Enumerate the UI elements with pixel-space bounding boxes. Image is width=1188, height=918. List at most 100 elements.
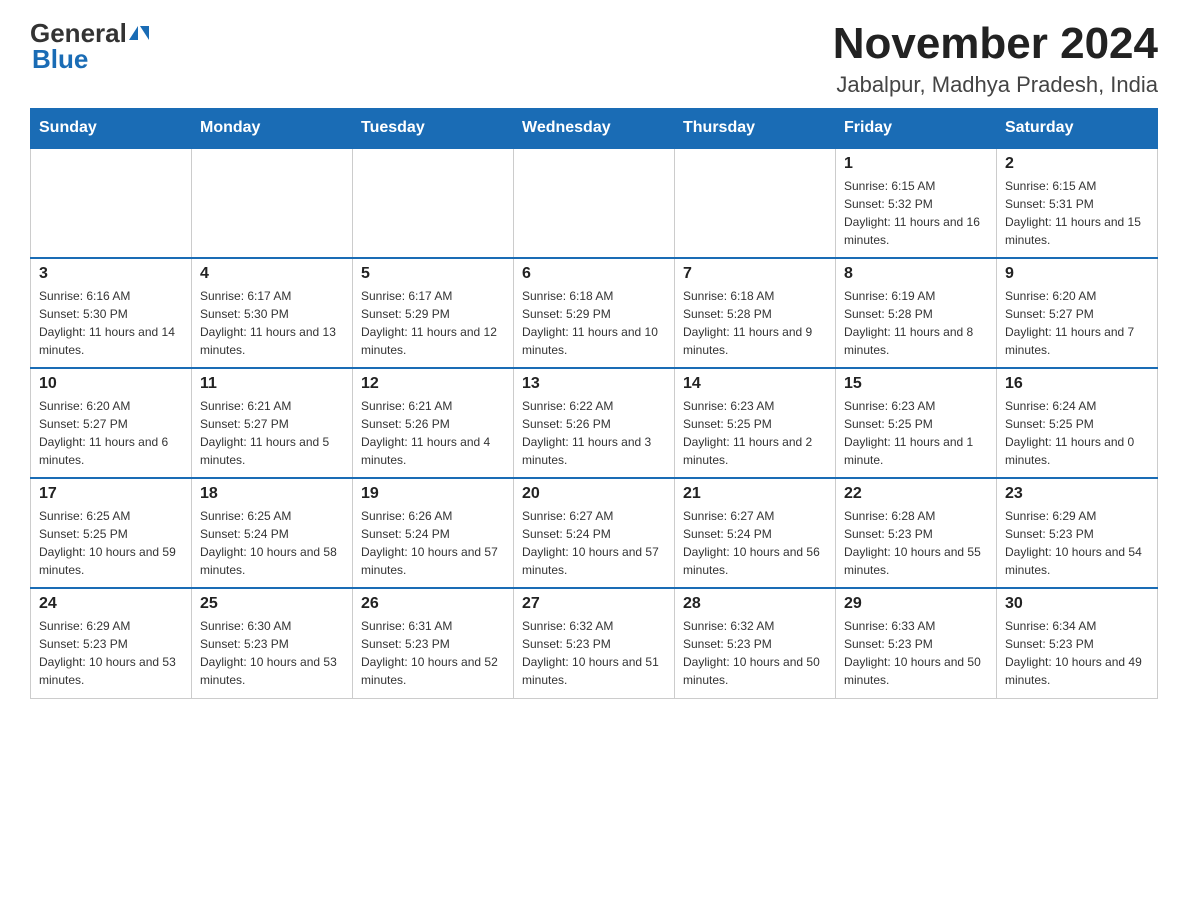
day-number: 21 (683, 485, 827, 503)
day-info: Sunrise: 6:15 AMSunset: 5:32 PMDaylight:… (844, 177, 988, 249)
calendar-cell: 5 Sunrise: 6:17 AMSunset: 5:29 PMDaylight… (353, 258, 514, 368)
calendar-day-header: Thursday (675, 109, 836, 149)
logo-blue-text: Blue (32, 46, 88, 72)
day-info: Sunrise: 6:18 AMSunset: 5:29 PMDaylight:… (522, 287, 666, 359)
day-info: Sunrise: 6:16 AMSunset: 5:30 PMDaylight:… (39, 287, 183, 359)
day-number: 24 (39, 595, 183, 613)
day-number: 4 (200, 265, 344, 283)
page-header: General Blue November 2024 Jabalpur, Mad… (30, 20, 1158, 98)
page-subtitle: Jabalpur, Madhya Pradesh, India (833, 72, 1158, 98)
calendar-week-row: 10 Sunrise: 6:20 AMSunset: 5:27 PMDayligh… (31, 368, 1158, 478)
day-number: 2 (1005, 155, 1149, 173)
calendar-day-header: Sunday (31, 109, 192, 149)
calendar-cell: 29 Sunrise: 6:33 AMSunset: 5:23 PMDayligh… (836, 588, 997, 698)
logo-triangle-up-icon (129, 26, 138, 40)
day-number: 3 (39, 265, 183, 283)
day-info: Sunrise: 6:23 AMSunset: 5:25 PMDaylight:… (683, 397, 827, 469)
calendar-cell: 20Sunrise: 6:27 AMSunset: 5:24 PMDayligh… (514, 478, 675, 588)
day-number: 16 (1005, 375, 1149, 393)
day-info: Sunrise: 6:21 AMSunset: 5:27 PMDaylight:… (200, 397, 344, 469)
calendar-header-row: SundayMondayTuesdayWednesdayThursdayFrid… (31, 109, 1158, 149)
title-area: November 2024 Jabalpur, Madhya Pradesh, … (833, 20, 1158, 98)
day-number: 25 (200, 595, 344, 613)
day-number: 12 (361, 375, 505, 393)
day-info: Sunrise: 6:23 AMSunset: 5:25 PMDaylight:… (844, 397, 988, 469)
day-info: Sunrise: 6:18 AMSunset: 5:28 PMDaylight:… (683, 287, 827, 359)
calendar-cell: 21 Sunrise: 6:27 AMSunset: 5:24 PMDayligh… (675, 478, 836, 588)
day-number: 28 (683, 595, 827, 613)
day-info: Sunrise: 6:20 AMSunset: 5:27 PMDaylight:… (39, 397, 183, 469)
calendar-cell (675, 148, 836, 258)
calendar-cell: 19 Sunrise: 6:26 AMSunset: 5:24 PMDayligh… (353, 478, 514, 588)
day-number: 5 (361, 265, 505, 283)
day-info: Sunrise: 6:27 AMSunset: 5:24 PMDaylight:… (522, 507, 666, 579)
calendar-cell: 9 Sunrise: 6:20 AMSunset: 5:27 PMDaylight… (997, 258, 1158, 368)
calendar-cell: 16 Sunrise: 6:24 AMSunset: 5:25 PMDayligh… (997, 368, 1158, 478)
page-title: November 2024 (833, 20, 1158, 68)
day-number: 9 (1005, 265, 1149, 283)
day-info: Sunrise: 6:28 AMSunset: 5:23 PMDaylight:… (844, 507, 988, 579)
day-info: Sunrise: 6:21 AMSunset: 5:26 PMDaylight:… (361, 397, 505, 469)
logo: General Blue (30, 20, 150, 72)
calendar-week-row: 3 Sunrise: 6:16 AMSunset: 5:30 PMDaylight… (31, 258, 1158, 368)
calendar-cell: 22 Sunrise: 6:28 AMSunset: 5:23 PMDayligh… (836, 478, 997, 588)
day-info: Sunrise: 6:26 AMSunset: 5:24 PMDaylight:… (361, 507, 505, 579)
calendar-week-row: 24 Sunrise: 6:29 AMSunset: 5:23 PMDayligh… (31, 588, 1158, 698)
day-info: Sunrise: 6:33 AMSunset: 5:23 PMDaylight:… (844, 617, 988, 689)
day-number: 29 (844, 595, 988, 613)
day-number: 19 (361, 485, 505, 503)
calendar-cell: 28 Sunrise: 6:32 AMSunset: 5:23 PMDayligh… (675, 588, 836, 698)
calendar-cell: 23 Sunrise: 6:29 AMSunset: 5:23 PMDayligh… (997, 478, 1158, 588)
day-info: Sunrise: 6:29 AMSunset: 5:23 PMDaylight:… (1005, 507, 1149, 579)
calendar-cell (514, 148, 675, 258)
day-number: 11 (200, 375, 344, 393)
day-number: 23 (1005, 485, 1149, 503)
day-number: 26 (361, 595, 505, 613)
day-info: Sunrise: 6:34 AMSunset: 5:23 PMDaylight:… (1005, 617, 1149, 689)
calendar-day-header: Monday (192, 109, 353, 149)
day-info: Sunrise: 6:17 AMSunset: 5:29 PMDaylight:… (361, 287, 505, 359)
logo-triangle-down-icon (140, 26, 149, 40)
day-info: Sunrise: 6:30 AMSunset: 5:23 PMDaylight:… (200, 617, 344, 689)
calendar-cell: 10 Sunrise: 6:20 AMSunset: 5:27 PMDayligh… (31, 368, 192, 478)
calendar-week-row: 1 Sunrise: 6:15 AMSunset: 5:32 PMDaylight… (31, 148, 1158, 258)
calendar-cell: 26Sunrise: 6:31 AMSunset: 5:23 PMDayligh… (353, 588, 514, 698)
day-info: Sunrise: 6:32 AMSunset: 5:23 PMDaylight:… (522, 617, 666, 689)
calendar-cell: 7 Sunrise: 6:18 AMSunset: 5:28 PMDaylight… (675, 258, 836, 368)
day-number: 1 (844, 155, 988, 173)
calendar-cell: 6 Sunrise: 6:18 AMSunset: 5:29 PMDaylight… (514, 258, 675, 368)
calendar-cell: 12 Sunrise: 6:21 AMSunset: 5:26 PMDayligh… (353, 368, 514, 478)
logo-general-text: General (30, 20, 127, 46)
calendar-cell: 11 Sunrise: 6:21 AMSunset: 5:27 PMDayligh… (192, 368, 353, 478)
calendar-cell: 27Sunrise: 6:32 AMSunset: 5:23 PMDayligh… (514, 588, 675, 698)
day-info: Sunrise: 6:29 AMSunset: 5:23 PMDaylight:… (39, 617, 183, 689)
calendar-cell: 18Sunrise: 6:25 AMSunset: 5:24 PMDayligh… (192, 478, 353, 588)
day-number: 7 (683, 265, 827, 283)
day-info: Sunrise: 6:19 AMSunset: 5:28 PMDaylight:… (844, 287, 988, 359)
calendar-cell: 25 Sunrise: 6:30 AMSunset: 5:23 PMDayligh… (192, 588, 353, 698)
calendar-table: SundayMondayTuesdayWednesdayThursdayFrid… (30, 108, 1158, 699)
day-info: Sunrise: 6:15 AMSunset: 5:31 PMDaylight:… (1005, 177, 1149, 249)
calendar-day-header: Saturday (997, 109, 1158, 149)
day-info: Sunrise: 6:27 AMSunset: 5:24 PMDaylight:… (683, 507, 827, 579)
calendar-cell: 2 Sunrise: 6:15 AMSunset: 5:31 PMDaylight… (997, 148, 1158, 258)
calendar-cell: 1 Sunrise: 6:15 AMSunset: 5:32 PMDaylight… (836, 148, 997, 258)
day-number: 10 (39, 375, 183, 393)
calendar-cell (192, 148, 353, 258)
day-number: 22 (844, 485, 988, 503)
calendar-day-header: Tuesday (353, 109, 514, 149)
calendar-cell (31, 148, 192, 258)
day-info: Sunrise: 6:32 AMSunset: 5:23 PMDaylight:… (683, 617, 827, 689)
calendar-day-header: Wednesday (514, 109, 675, 149)
day-info: Sunrise: 6:20 AMSunset: 5:27 PMDaylight:… (1005, 287, 1149, 359)
day-number: 14 (683, 375, 827, 393)
day-info: Sunrise: 6:24 AMSunset: 5:25 PMDaylight:… (1005, 397, 1149, 469)
day-number: 18 (200, 485, 344, 503)
day-number: 6 (522, 265, 666, 283)
calendar-cell: 4Sunrise: 6:17 AMSunset: 5:30 PMDaylight… (192, 258, 353, 368)
calendar-cell: 24 Sunrise: 6:29 AMSunset: 5:23 PMDayligh… (31, 588, 192, 698)
day-number: 8 (844, 265, 988, 283)
calendar-week-row: 17Sunrise: 6:25 AMSunset: 5:25 PMDayligh… (31, 478, 1158, 588)
calendar-cell: 17Sunrise: 6:25 AMSunset: 5:25 PMDayligh… (31, 478, 192, 588)
calendar-cell: 8 Sunrise: 6:19 AMSunset: 5:28 PMDaylight… (836, 258, 997, 368)
